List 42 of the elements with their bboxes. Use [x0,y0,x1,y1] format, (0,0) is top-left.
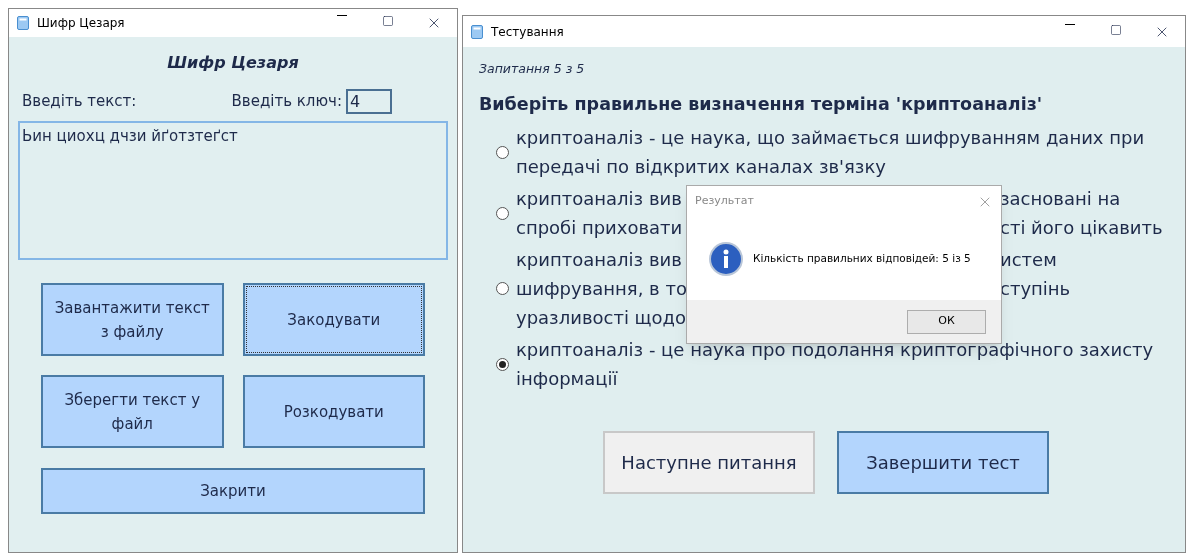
text-label: Введіть текст: [22,91,137,113]
action-button[interactable]: Завантажити текст з файлу [41,283,224,356]
radio-button[interactable] [496,206,509,220]
app-icon [471,24,483,39]
action-button[interactable]: Закодувати [242,283,425,356]
option-text: сті його цікавить [1000,216,1163,240]
close-app-button[interactable]: Закрити [41,468,425,514]
option-text: передачі по відкритих каналах зв'язку [516,155,886,179]
option-text: криптоаналіз вив [516,187,683,211]
ok-button[interactable]: ОК [907,309,986,334]
option-text: уразливості щодо [516,306,687,330]
window-title: Тестування [491,23,564,41]
option-text: истем [1000,248,1057,272]
maximize-icon [1110,23,1122,36]
nav-button[interactable]: Наступне питання [603,431,815,494]
nav-button[interactable]: Завершити тест [837,431,1049,494]
dialog-message: Кількість правильних відповідей: 5 із 5 [753,250,971,266]
action-button[interactable]: Розкодувати [242,375,425,448]
option-text: інформації [516,367,618,391]
action-button[interactable]: Зберегти текст у файл [41,375,224,448]
maximize-icon [382,15,394,27]
dialog-title: Результат [695,193,754,210]
info-icon [709,241,743,276]
key-field[interactable]: 4 [346,89,392,114]
text-area[interactable]: Ьин циохц дчзи йґотзтеґст [18,121,448,260]
radio-button[interactable] [496,282,509,295]
window-title: Шифр Цезаря [37,15,125,32]
minimize-icon [337,15,347,16]
radio-button[interactable] [496,145,509,159]
option-text: засновані на [1000,187,1121,211]
app-icon [17,16,29,30]
option-text: шифрування, в то [516,277,686,301]
option-text: ступінь [1000,277,1071,301]
key-label: Введіть ключ: [231,91,342,113]
radio-button[interactable] [496,357,509,371]
option-text: криптоаналіз вив [516,248,683,272]
option-text: криптоаналіз - це наука про подолання криптографічного захисту [516,338,1154,362]
option-text: спробі приховати [516,216,684,240]
question-text: Виберіть правильне визначення терміна 'криптоаналіз' [479,92,1044,116]
heading: Шифр Цезаря [166,52,300,74]
option-text: криптоаналіз - це наука, що займається шифруванням даних при [516,126,1145,150]
minimize-icon [1065,23,1075,25]
